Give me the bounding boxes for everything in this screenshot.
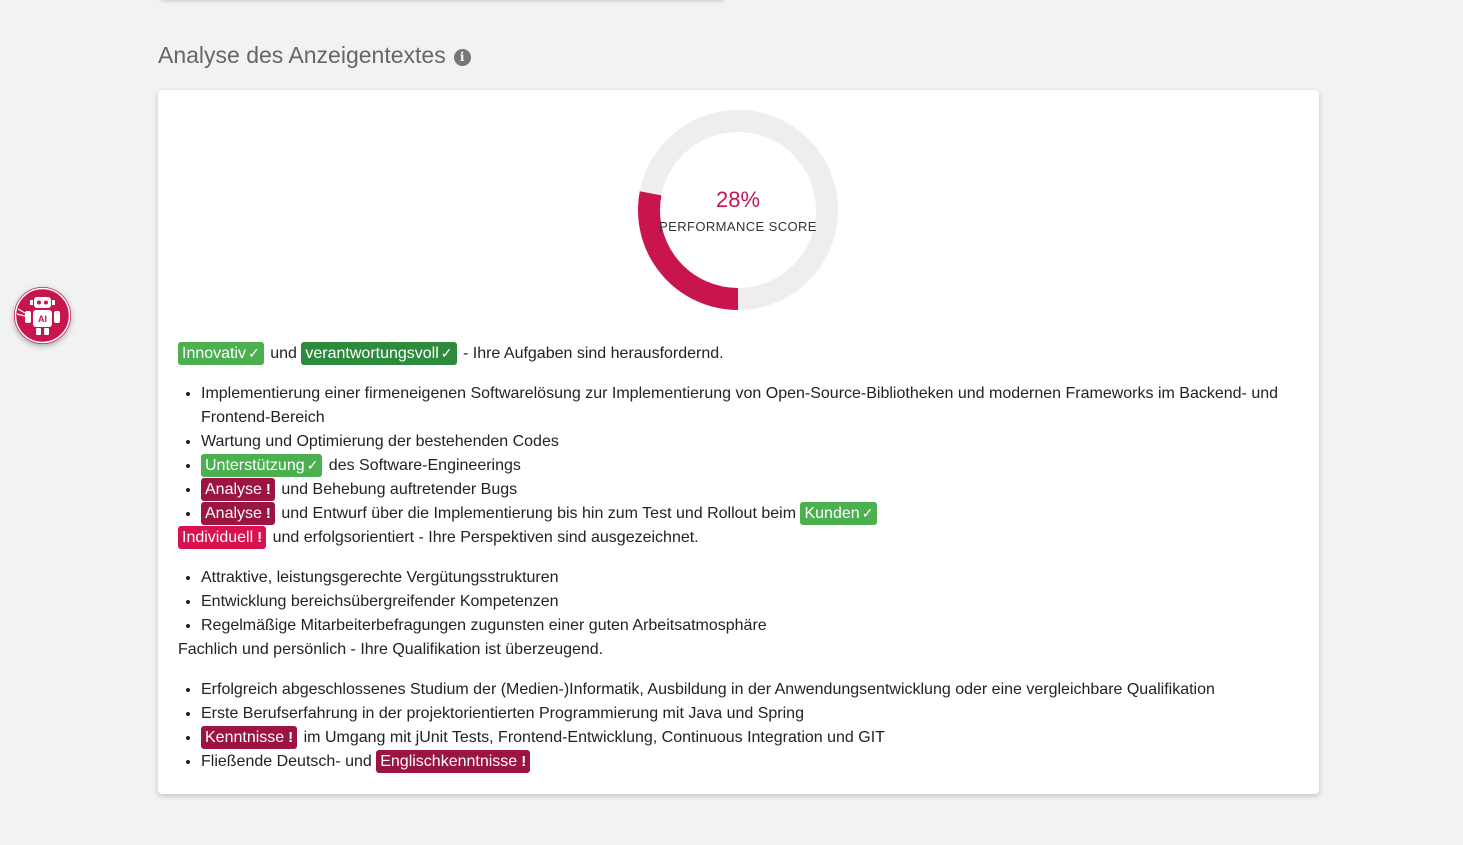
paragraph-intro-qualification: Fachlich und persönlich - Ihre Qualifika…: [178, 641, 604, 658]
check-icon: ✓: [248, 345, 260, 361]
analysis-card: 28% PERFORMANCE SCORE Innovativ ✓ und ver…: [158, 90, 1319, 794]
keyword-tag-ok[interactable]: verantwortungsvoll ✓: [301, 342, 457, 365]
ad-text-analysis: Innovativ ✓ und verantwortungsvoll ✓ - Ihr…: [178, 342, 1303, 774]
check-icon: ✓: [861, 505, 874, 521]
keyword-tag-warning[interactable]: Kenntnisse!: [201, 726, 298, 749]
paragraph-intro-perspectives: Individuell! und erfolgsorientiert - Ihr…: [178, 526, 1303, 550]
keyword-tag-alert[interactable]: Individuell!: [178, 526, 267, 549]
exclamation-icon: !: [257, 529, 263, 546]
paragraph-intro-tasks: Innovativ ✓ und verantwortungsvoll ✓ - Ihr…: [178, 342, 1303, 366]
task-list: Implementierung einer firmeneigenen Soft…: [178, 382, 1303, 526]
exclamation-icon: !: [265, 481, 271, 498]
list-item: Fließende Deutsch- und Englischkenntniss…: [201, 750, 1303, 774]
list-item: Entwicklung bereichsübergreifender Kompe…: [201, 590, 1303, 614]
exclamation-icon: !: [521, 753, 527, 770]
exclamation-icon: !: [288, 729, 294, 746]
keyword-tag-warning[interactable]: Englischkenntnisse!: [376, 750, 531, 773]
list-item: Wartung und Optimierung der bestehenden …: [201, 430, 1303, 454]
score-value: 28%: [715, 187, 761, 212]
section-heading: Analyse des Anzeigentextes i: [158, 42, 471, 69]
info-icon[interactable]: i: [453, 48, 471, 66]
check-icon: ✓: [440, 345, 453, 361]
keyword-tag-ok[interactable]: Innovativ ✓: [178, 342, 264, 365]
score-label: PERFORMANCE SCORE: [659, 219, 817, 234]
check-icon: ✓: [306, 457, 319, 473]
exclamation-icon: !: [265, 505, 271, 522]
list-item: Implementierung einer firmeneigenen Soft…: [201, 382, 1303, 430]
ai-badge: AI: [38, 314, 47, 324]
performance-score-gauge: 28% PERFORMANCE SCORE: [638, 110, 838, 310]
list-item: Erfolgreich abgeschlossenes Studium der …: [201, 678, 1303, 702]
keyword-tag-warning[interactable]: Analyse!: [201, 478, 275, 501]
list-item: Regelmäßige Mitarbeiterbefragungen zugun…: [201, 614, 1303, 638]
benefits-list: Attraktive, leistungsgerechte Vergütungs…: [178, 566, 1303, 638]
keyword-tag-ok[interactable]: Unterstützung ✓: [201, 454, 323, 477]
list-item: Kenntnisse! im Umgang mit jUnit Tests, F…: [201, 726, 1303, 750]
robot-ai-icon[interactable]: AI: [14, 287, 71, 344]
list-item: Analyse! und Entwurf über die Implementi…: [201, 502, 1303, 526]
list-item: Analyse! und Behebung auftretender Bugs: [201, 478, 1303, 502]
list-item: Unterstützung✓ des Software-Engineerings: [201, 454, 1303, 478]
keyword-tag-warning[interactable]: Analyse!: [201, 502, 275, 525]
keyword-tag-ok[interactable]: Kunden ✓: [800, 502, 878, 525]
qualification-list: Erfolgreich abgeschlossenes Studium der …: [178, 678, 1303, 774]
section-title: Analyse des Anzeigentextes: [158, 42, 446, 68]
list-item: Attraktive, leistungsgerechte Vergütungs…: [201, 566, 1303, 590]
list-item: Erste Berufserfahrung in der projektorie…: [201, 702, 1303, 726]
